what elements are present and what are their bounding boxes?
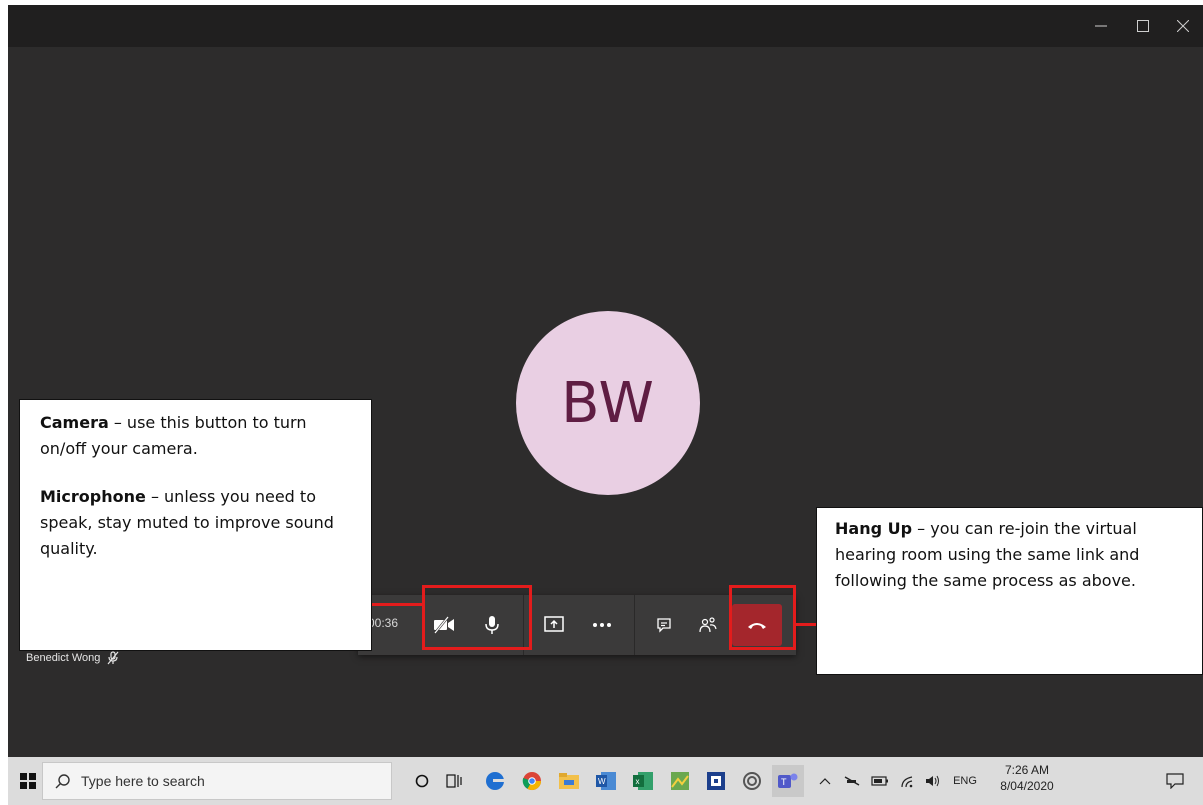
camera-mic-callout: Camera – use this button to turn on/off … <box>19 399 372 651</box>
battery-icon[interactable] <box>870 772 890 790</box>
svg-text:T: T <box>781 777 787 787</box>
action-center-icon[interactable] <box>1164 770 1186 792</box>
windows-taskbar: Type here to search W x T ENG 7:26 AM 8/… <box>8 757 1203 805</box>
photo-app-icon[interactable] <box>668 769 692 793</box>
avatar-initials: BW <box>561 370 655 436</box>
cortana-icon[interactable] <box>412 771 432 791</box>
task-view-icon[interactable] <box>444 771 464 791</box>
share-screen-button[interactable] <box>532 595 576 655</box>
chrome-icon[interactable] <box>520 769 544 793</box>
maximize-icon[interactable] <box>1130 13 1156 39</box>
participant-name: Benedict Wong <box>26 652 101 664</box>
excel-icon[interactable]: x <box>631 769 655 793</box>
mic-callout-title: Microphone <box>40 487 146 506</box>
participants-icon <box>699 617 717 633</box>
participants-button[interactable] <box>686 595 730 655</box>
clock-date: 8/04/2020 <box>1000 779 1054 793</box>
camera-callout-title: Camera <box>40 413 109 432</box>
volume-icon[interactable] <box>923 772 943 790</box>
search-placeholder: Type here to search <box>81 773 205 789</box>
call-timer: 00:36 <box>368 616 399 630</box>
hangup-callout: Hang Up – you can re-join the virtual he… <box>816 507 1203 675</box>
chat-icon <box>657 618 671 633</box>
chat-button[interactable] <box>642 595 686 655</box>
participant-name-tag: Benedict Wong <box>26 651 120 665</box>
hangup-highlight <box>729 585 796 650</box>
language-indicator[interactable]: ENG <box>950 774 980 788</box>
mic-muted-icon <box>107 651 119 665</box>
search-icon <box>55 774 70 789</box>
more-options-icon <box>593 623 611 627</box>
left-callout-connector <box>372 603 424 606</box>
avatar: BW <box>516 311 700 495</box>
right-callout-connector <box>796 623 818 626</box>
hangup-callout-title: Hang Up <box>835 519 913 538</box>
clock-time: 7:26 AM <box>1004 763 1050 777</box>
camera-mic-highlight <box>422 585 532 650</box>
windows-start-button[interactable] <box>16 769 40 793</box>
taskbar-clock[interactable]: 7:26 AM 8/04/2020 <box>992 762 1062 794</box>
taskbar-search-box[interactable]: Type here to search <box>42 762 392 800</box>
swirl-app-icon[interactable] <box>740 769 764 793</box>
file-explorer-icon[interactable] <box>557 769 581 793</box>
share-screen-icon <box>544 616 564 632</box>
app-launcher-icon[interactable] <box>704 769 728 793</box>
minimize-icon[interactable] <box>1088 13 1114 39</box>
svg-text:x: x <box>636 777 640 786</box>
title-bar <box>8 5 1203 47</box>
word-icon[interactable]: W <box>594 769 618 793</box>
chevron-up-icon[interactable] <box>816 772 834 790</box>
close-icon[interactable] <box>1170 13 1196 39</box>
wifi-icon[interactable] <box>898 772 918 790</box>
windows-logo-icon <box>20 773 36 789</box>
edge-icon[interactable] <box>483 769 507 793</box>
svg-text:W: W <box>598 777 606 786</box>
more-options-button[interactable] <box>580 595 624 655</box>
network-off-icon[interactable] <box>842 772 862 790</box>
teams-icon[interactable]: T <box>772 765 804 797</box>
